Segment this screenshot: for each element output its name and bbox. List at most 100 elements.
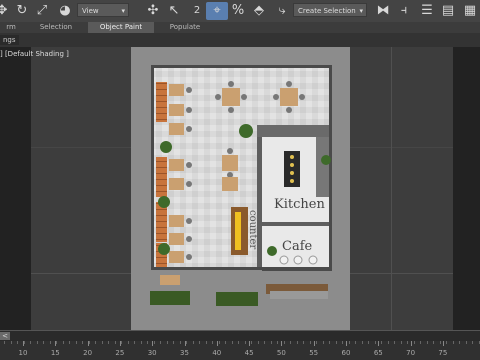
chair: [186, 181, 192, 187]
ruler-minor-tick: [270, 341, 272, 344]
chair: [286, 107, 292, 113]
ruler-minor-tick: [407, 341, 408, 344]
ruler-minor-tick: [231, 341, 233, 344]
time-slider[interactable]: <: [0, 330, 480, 341]
ruler-minor-tick: [387, 341, 389, 344]
scene-explorer-icon[interactable]: ☰: [419, 2, 435, 20]
ruler-minor-tick: [192, 341, 194, 344]
chair: [241, 94, 247, 100]
ruler-minor-tick: [277, 341, 278, 344]
ruler-minor-tick: [465, 341, 467, 344]
plant: [321, 155, 331, 165]
tab-object-paint[interactable]: Object Paint: [88, 22, 154, 33]
ruler-minor-tick: [43, 341, 44, 344]
mirror-icon[interactable]: ⧓: [375, 2, 391, 20]
ruler-minor-tick: [127, 341, 129, 344]
ruler-tick: [249, 341, 251, 346]
counter-top-light: [235, 212, 241, 250]
angle-snap-icon[interactable]: ⌖: [206, 2, 228, 20]
chair: [186, 107, 192, 113]
ruler-tick-label: 35: [180, 349, 189, 357]
cafe-table: [279, 255, 289, 265]
ruler-minor-tick: [478, 341, 480, 344]
ruler-tick-label: 20: [83, 349, 93, 357]
counter-label: counter: [247, 210, 258, 249]
tab-selection[interactable]: Selection: [34, 22, 78, 33]
dining-table: [222, 88, 240, 106]
wood-bench: [156, 202, 167, 242]
ruler-minor-tick: [309, 341, 311, 344]
cafe-table: [308, 255, 318, 265]
ruler-minor-tick: [433, 341, 434, 344]
dining-table: [169, 159, 184, 171]
place-icon[interactable]: ◕: [56, 2, 74, 20]
chair: [186, 218, 192, 224]
ribbon-settings-label[interactable]: ngs: [0, 35, 19, 45]
ruler-tick: [410, 341, 412, 346]
ruler-minor-tick: [101, 341, 103, 344]
chair: [186, 162, 192, 168]
burner: [290, 179, 294, 183]
edit-named-selection-icon[interactable]: ⤷: [274, 2, 290, 20]
wood-bench: [156, 82, 167, 122]
outdoor-bench: [270, 291, 328, 299]
move-icon[interactable]: ✥: [0, 2, 10, 20]
ruler-minor-tick: [134, 341, 135, 344]
spinner-snap-icon[interactable]: ⬘: [251, 2, 267, 20]
tab-freeform[interactable]: rm: [0, 22, 22, 33]
dining-table: [169, 215, 184, 227]
time-slider-prev-button[interactable]: <: [0, 332, 10, 340]
main-toolbar: ✥ ↻ ⤢ ◕ View ▾ ✣ ↖ 2 ⌖ % ⬘ ⤷ Create Selec…: [0, 0, 480, 29]
dining-table: [169, 233, 184, 245]
chair: [186, 254, 192, 260]
chair: [228, 107, 234, 113]
named-selection-dropdown[interactable]: Create Selection Set▾: [293, 3, 367, 29]
chevron-down-icon: ▾: [359, 7, 363, 15]
ruler-minor-tick: [23, 341, 25, 344]
ruler-minor-tick: [199, 341, 200, 344]
ruler-tick-label: 30: [147, 349, 157, 357]
snap-toggle-icon[interactable]: 2: [188, 2, 206, 20]
ruler-minor-tick: [179, 341, 181, 344]
ruler-minor-tick: [426, 341, 428, 344]
ruler-minor-tick: [10, 341, 12, 344]
percent-label: %: [231, 3, 245, 18]
rotate-icon[interactable]: ↻: [14, 2, 30, 20]
outdoor-table: [160, 275, 180, 285]
ruler-minor-tick: [374, 341, 376, 344]
chair: [215, 94, 221, 100]
chevron-down-icon: ▾: [121, 7, 125, 15]
ruler-minor-tick: [95, 341, 96, 344]
track-ruler: 10 15 20 25 30 35 40 45 50 55 60 65 70 75: [0, 341, 480, 360]
ruler-minor-tick: [36, 341, 38, 344]
ruler-minor-tick: [114, 341, 116, 344]
ruler-minor-tick: [348, 341, 350, 344]
ruler-minor-tick: [88, 341, 90, 344]
ruler-minor-tick: [394, 341, 395, 344]
percent-snap-icon[interactable]: %: [230, 2, 246, 20]
ruler-minor-tick: [186, 341, 187, 344]
align-icon[interactable]: ⫞: [396, 2, 412, 20]
ruler-minor-tick: [56, 341, 57, 344]
ruler-minor-tick: [361, 341, 363, 344]
pivot-center-icon[interactable]: ✣: [144, 2, 162, 20]
chair: [227, 148, 233, 154]
hedge: [150, 291, 190, 305]
reference-coordinate-dropdown[interactable]: View ▾: [77, 3, 129, 17]
perspective-viewport[interactable]: ] [Default Shading ] Kitchen counter Caf…: [0, 47, 480, 330]
ruler-tick: [442, 341, 444, 346]
select-manipulate-icon[interactable]: ↖: [166, 2, 182, 20]
ribbon-toggle-icon[interactable]: ▦: [462, 2, 478, 20]
kitchen-label: Kitchen: [274, 197, 325, 212]
ruler-minor-tick: [342, 341, 343, 344]
ruler-minor-tick: [459, 341, 460, 344]
scale-icon[interactable]: ⤢: [34, 2, 50, 20]
cafe-table: [293, 255, 303, 265]
cafe-lower-wall: [262, 267, 332, 271]
dining-table: [222, 155, 238, 171]
ruler-minor-tick: [166, 341, 168, 344]
ruler-minor-tick: [303, 341, 304, 344]
tab-populate[interactable]: Populate: [165, 22, 205, 33]
ruler-tick-label: 70: [406, 349, 416, 357]
layer-explorer-icon[interactable]: ▤: [440, 2, 456, 20]
